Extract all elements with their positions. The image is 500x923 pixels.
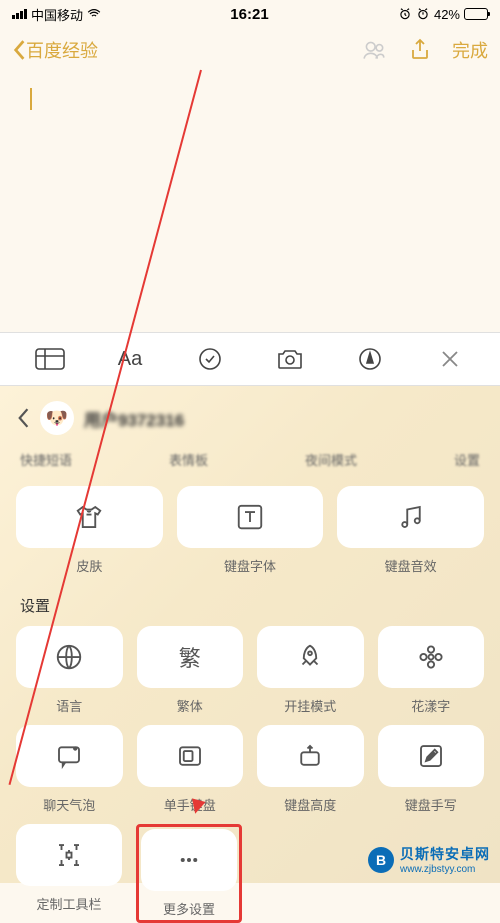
skin-item[interactable]: 皮肤 xyxy=(16,486,163,575)
music-note-icon xyxy=(396,502,426,532)
watermark-title: 贝斯特安卓网 xyxy=(400,844,490,864)
checklist-button[interactable] xyxy=(188,337,232,381)
check-circle-icon xyxy=(198,347,222,371)
nav-bar: 百度经验 完成 xyxy=(0,28,500,72)
format-toolbar: Aa xyxy=(0,332,500,386)
text-cursor xyxy=(30,88,32,110)
table-icon xyxy=(35,348,65,370)
back-button[interactable]: 百度经验 xyxy=(12,37,98,63)
share-icon xyxy=(408,38,432,62)
keyboard-height-item[interactable]: 键盘高度 xyxy=(257,725,364,814)
signal-icon xyxy=(12,9,27,19)
fan-char-icon: 繁 xyxy=(137,626,244,688)
sound-item[interactable]: 键盘音效 xyxy=(337,486,484,575)
truncated-row: 快捷短语表情板夜间模式设置 xyxy=(16,450,484,476)
collaborate-button[interactable] xyxy=(360,36,388,64)
status-bar: 中国移动 16:21 42% xyxy=(0,0,500,28)
settings-row-1: 语言 繁 繁体 开挂模式 花漾字 xyxy=(16,626,484,715)
people-icon xyxy=(361,37,387,63)
more-settings-item[interactable]: 更多设置 xyxy=(136,824,242,923)
carrier-label: 中国移动 xyxy=(31,5,83,24)
dots-icon xyxy=(174,845,204,875)
avatar[interactable]: 🐶 xyxy=(40,401,74,435)
boost-mode-item[interactable]: 开挂模式 xyxy=(257,626,364,715)
traditional-item[interactable]: 繁 繁体 xyxy=(137,626,244,715)
handwrite-item[interactable]: 键盘手写 xyxy=(378,725,485,814)
close-icon xyxy=(440,349,460,369)
clock: 16:21 xyxy=(101,6,398,23)
globe-icon xyxy=(54,642,84,672)
pen-circle-icon xyxy=(358,347,382,371)
watermark: B 贝斯特安卓网 www.zjbstyy.com xyxy=(368,844,490,875)
font-item[interactable]: 键盘字体 xyxy=(177,486,324,575)
chat-bubble-item[interactable]: 聊天气泡 xyxy=(16,725,123,814)
done-button[interactable]: 完成 xyxy=(452,37,488,63)
alarm2-icon xyxy=(416,7,430,21)
battery-icon xyxy=(464,8,488,20)
rocket-icon xyxy=(295,642,325,672)
note-body[interactable] xyxy=(0,72,500,332)
text-t-icon xyxy=(235,502,265,532)
fancy-text-item[interactable]: 花漾字 xyxy=(378,626,485,715)
camera-icon xyxy=(276,347,304,371)
back-label: 百度经验 xyxy=(26,37,98,63)
table-button[interactable] xyxy=(28,337,72,381)
single-hand-icon xyxy=(175,741,205,771)
watermark-logo-icon: B xyxy=(368,847,394,873)
battery-pct: 42% xyxy=(434,7,460,22)
markup-button[interactable] xyxy=(348,337,392,381)
handwrite-icon xyxy=(416,741,446,771)
custom-toolbar-item[interactable]: 定制工具栏 xyxy=(16,824,122,923)
bubble-icon xyxy=(54,741,84,771)
alarm-icon xyxy=(398,7,412,21)
one-hand-item[interactable]: 单手键盘 xyxy=(137,725,244,814)
flower-icon xyxy=(416,642,446,672)
close-keyboard-button[interactable] xyxy=(428,337,472,381)
watermark-url: www.zjbstyy.com xyxy=(400,864,490,875)
wifi-icon xyxy=(87,7,101,21)
username-label: 用户9372316 xyxy=(84,406,184,431)
chevron-left-icon xyxy=(12,39,26,61)
custom-toolbar-icon xyxy=(54,840,84,870)
settings-section-title: 设置 xyxy=(20,595,484,616)
panel-back-button[interactable] xyxy=(16,407,30,429)
text-style-button[interactable]: Aa xyxy=(108,337,152,381)
height-icon xyxy=(295,741,325,771)
keyboard-panel: 🐶 用户9372316 快捷短语表情板夜间模式设置 皮肤 键盘字体 键盘音效 设… xyxy=(0,386,500,883)
camera-button[interactable] xyxy=(268,337,312,381)
share-button[interactable] xyxy=(406,36,434,64)
settings-row-2: 聊天气泡 单手键盘 键盘高度 键盘手写 xyxy=(16,725,484,814)
